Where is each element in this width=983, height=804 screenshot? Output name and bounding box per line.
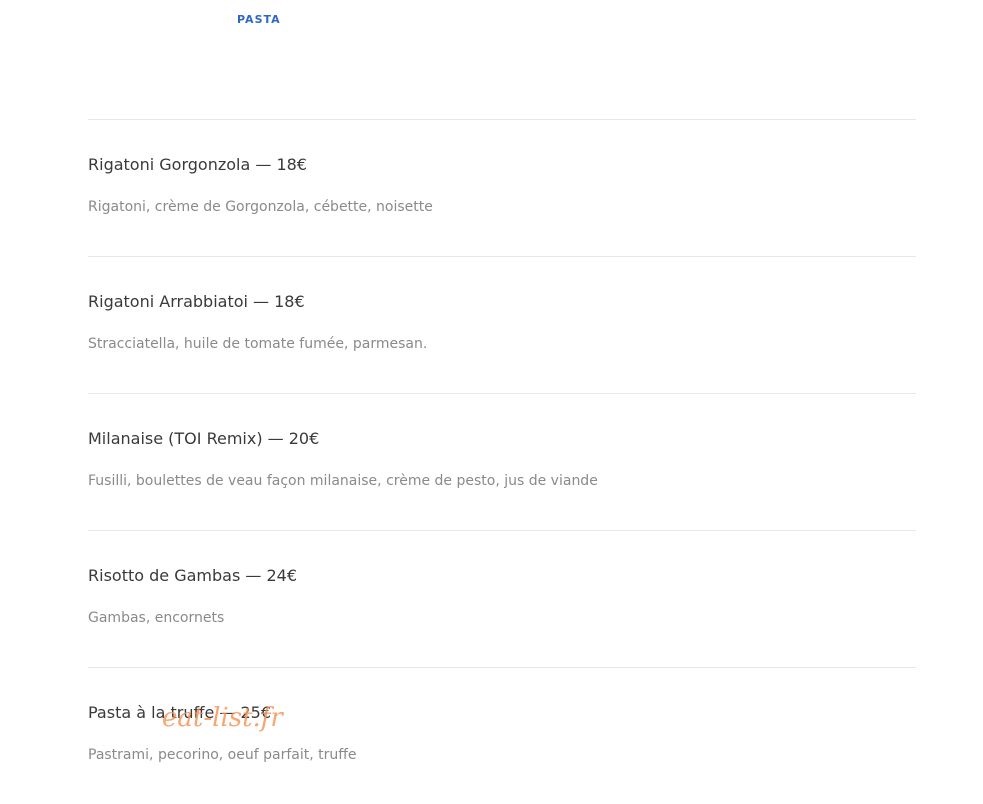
menu-item: Milanaise (TOI Remix) — 20€ Fusilli, bou… <box>88 393 916 530</box>
dish-title: Risotto de Gambas — 24€ <box>88 566 297 585</box>
dish-description: Rigatoni, crème de Gorgonzola, cébette, … <box>88 199 433 215</box>
dish-title: Rigatoni Arrabbiatoi — 18€ <box>88 292 305 311</box>
menu-item: Pasta à la truffe — 25€ Pastrami, pecori… <box>88 667 916 804</box>
menu-item: Rigatoni Arrabbiatoi — 18€ Stracciatella… <box>88 256 916 393</box>
dish-description: Gambas, encornets <box>88 610 225 626</box>
menu-list: Rigatoni Gorgonzola — 18€ Rigatoni, crèm… <box>88 119 916 804</box>
dish-title: Pasta à la truffe — 25€ <box>88 703 272 722</box>
dish-description: Stracciatella, huile de tomate fumée, pa… <box>88 336 428 352</box>
dish-title: Milanaise (TOI Remix) — 20€ <box>88 429 320 448</box>
menu-item: Risotto de Gambas — 24€ Gambas, encornet… <box>88 530 916 667</box>
dish-title: Rigatoni Gorgonzola — 18€ <box>88 155 307 174</box>
dish-description: Pastrami, pecorino, oeuf parfait, truffe <box>88 747 357 763</box>
tab-pasta[interactable]: PASTA <box>237 13 281 26</box>
menu-item: Rigatoni Gorgonzola — 18€ Rigatoni, crèm… <box>88 119 916 256</box>
dish-description: Fusilli, boulettes de veau façon milanai… <box>88 473 598 489</box>
